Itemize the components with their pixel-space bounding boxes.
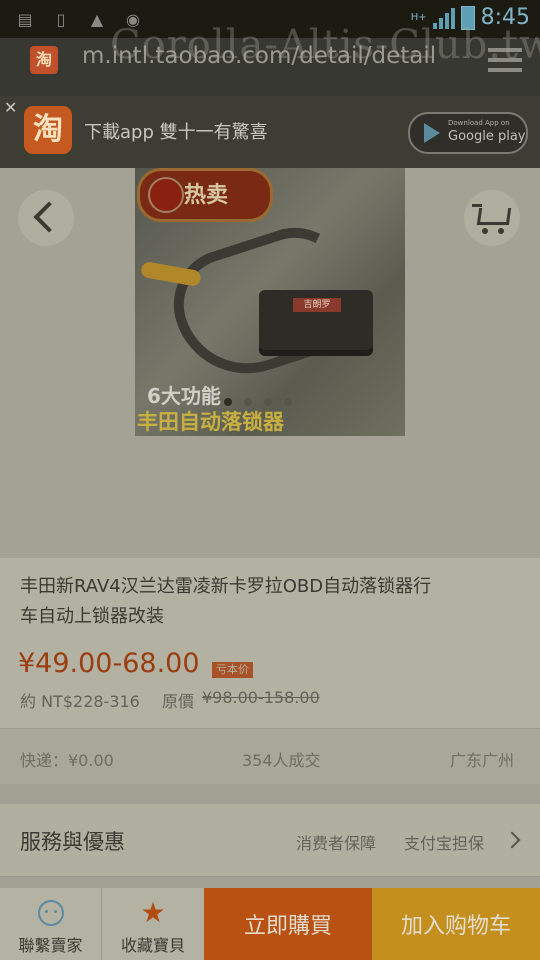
section-divider — [0, 877, 540, 888]
google-play-button[interactable]: Download App on Google play — [408, 112, 528, 154]
chat-face-icon — [37, 900, 64, 926]
product-title: 丰田新RAV4汉兰达雷凌新卡罗拉OBD自动落锁器行车自动上锁器改装 — [20, 576, 432, 627]
chevron-left-icon — [33, 201, 65, 233]
star-icon: ★ — [140, 896, 166, 929]
contact-seller-label: 聯繫賣家 — [18, 936, 83, 955]
pager-dot[interactable] — [264, 398, 272, 406]
favorite-label: 收藏寶貝 — [120, 936, 185, 955]
gallery-pager[interactable] — [224, 398, 292, 406]
bottom-action-bar: 聯繫賣家 ★ 收藏寶貝 立即購買 加入购物车 — [0, 888, 540, 960]
seller-location: 广东广州 — [450, 751, 515, 770]
banner-text: 下載app 雙十一有驚喜 — [84, 122, 268, 143]
buy-now-button[interactable]: 立即購買 — [204, 888, 372, 960]
service-row[interactable]: 服務與優惠 消费者保障 支付宝担保 — [0, 804, 540, 877]
play-store-icon — [424, 123, 440, 143]
original-price-label: 原價 — [162, 692, 195, 711]
fire-icon — [148, 177, 184, 213]
buy-now-label: 立即購買 — [243, 914, 332, 939]
cart-button[interactable] — [464, 190, 520, 246]
guarantee-alipay: 支付宝担保 — [404, 834, 485, 853]
service-title: 服務與優惠 — [20, 830, 125, 854]
watermark: Corolla-Altis-Club.tw — [110, 22, 540, 68]
hot-badge-text: 热卖 — [184, 183, 229, 208]
add-to-cart-button[interactable]: 加入购物车 — [372, 888, 540, 960]
product-gallery[interactable]: 吉朗罗 热卖 6大功能 丰田自动落锁器 — [0, 168, 540, 558]
taobao-logo: 淘 — [24, 106, 72, 154]
store-big-text: Google play — [448, 129, 526, 144]
cart-icon-body — [476, 208, 512, 225]
product-info: 丰田新RAV4汉兰达雷凌新卡罗拉OBD自动落锁器行车自动上锁器改装 ¥49.00… — [0, 558, 540, 734]
contact-seller-button[interactable]: 聯繫賣家 — [0, 888, 102, 960]
site-favicon-icon: 淘 — [30, 46, 58, 74]
cart-wheel — [498, 228, 504, 234]
app-download-banner[interactable]: ✕ 淘 下載app 雙十一有驚喜 Download App on Google … — [0, 96, 540, 168]
cart-wheel — [482, 228, 488, 234]
product-image[interactable]: 吉朗罗 热卖 6大功能 丰田自动落锁器 — [135, 168, 405, 436]
phone-icon: ▯ — [56, 9, 66, 29]
nt-price: 約 NT$228-316 — [20, 692, 140, 711]
favorite-button[interactable]: ★ 收藏寶貝 — [102, 888, 204, 960]
original-price: ¥98.00-158.00 — [202, 688, 320, 707]
store-small-text: Download App on — [448, 119, 510, 127]
product-meta: 快递：¥0.00 354人成交 广东广州 — [0, 728, 540, 785]
pager-dot[interactable] — [224, 398, 232, 406]
sold-count: 354人成交 — [242, 751, 321, 770]
image-icon: ▲ — [90, 9, 104, 29]
back-button[interactable] — [18, 190, 74, 246]
cart-icon — [472, 204, 482, 207]
hot-badge: 热卖 — [137, 168, 273, 222]
guarantee-consumer: 消费者保障 — [296, 834, 377, 853]
pager-dot[interactable] — [244, 398, 252, 406]
close-icon[interactable]: ✕ — [4, 98, 17, 117]
device-label: 吉朗罗 — [293, 298, 341, 312]
price-tag-badge: 亏本价 — [212, 662, 253, 678]
add-to-cart-label: 加入购物车 — [400, 914, 511, 939]
notes-icon: ▤ — [17, 9, 33, 29]
product-price: ¥49.00-68.00 — [18, 648, 200, 679]
image-caption-line2: 丰田自动落锁器 — [137, 410, 284, 434]
chevron-right-icon — [503, 831, 521, 849]
shipping-fee: 快递：¥0.00 — [20, 751, 114, 770]
section-divider — [0, 784, 540, 804]
image-caption-line1: 6大功能 — [147, 384, 221, 408]
pager-dot[interactable] — [284, 398, 292, 406]
obd-device-graphic: 吉朗罗 — [259, 290, 373, 350]
